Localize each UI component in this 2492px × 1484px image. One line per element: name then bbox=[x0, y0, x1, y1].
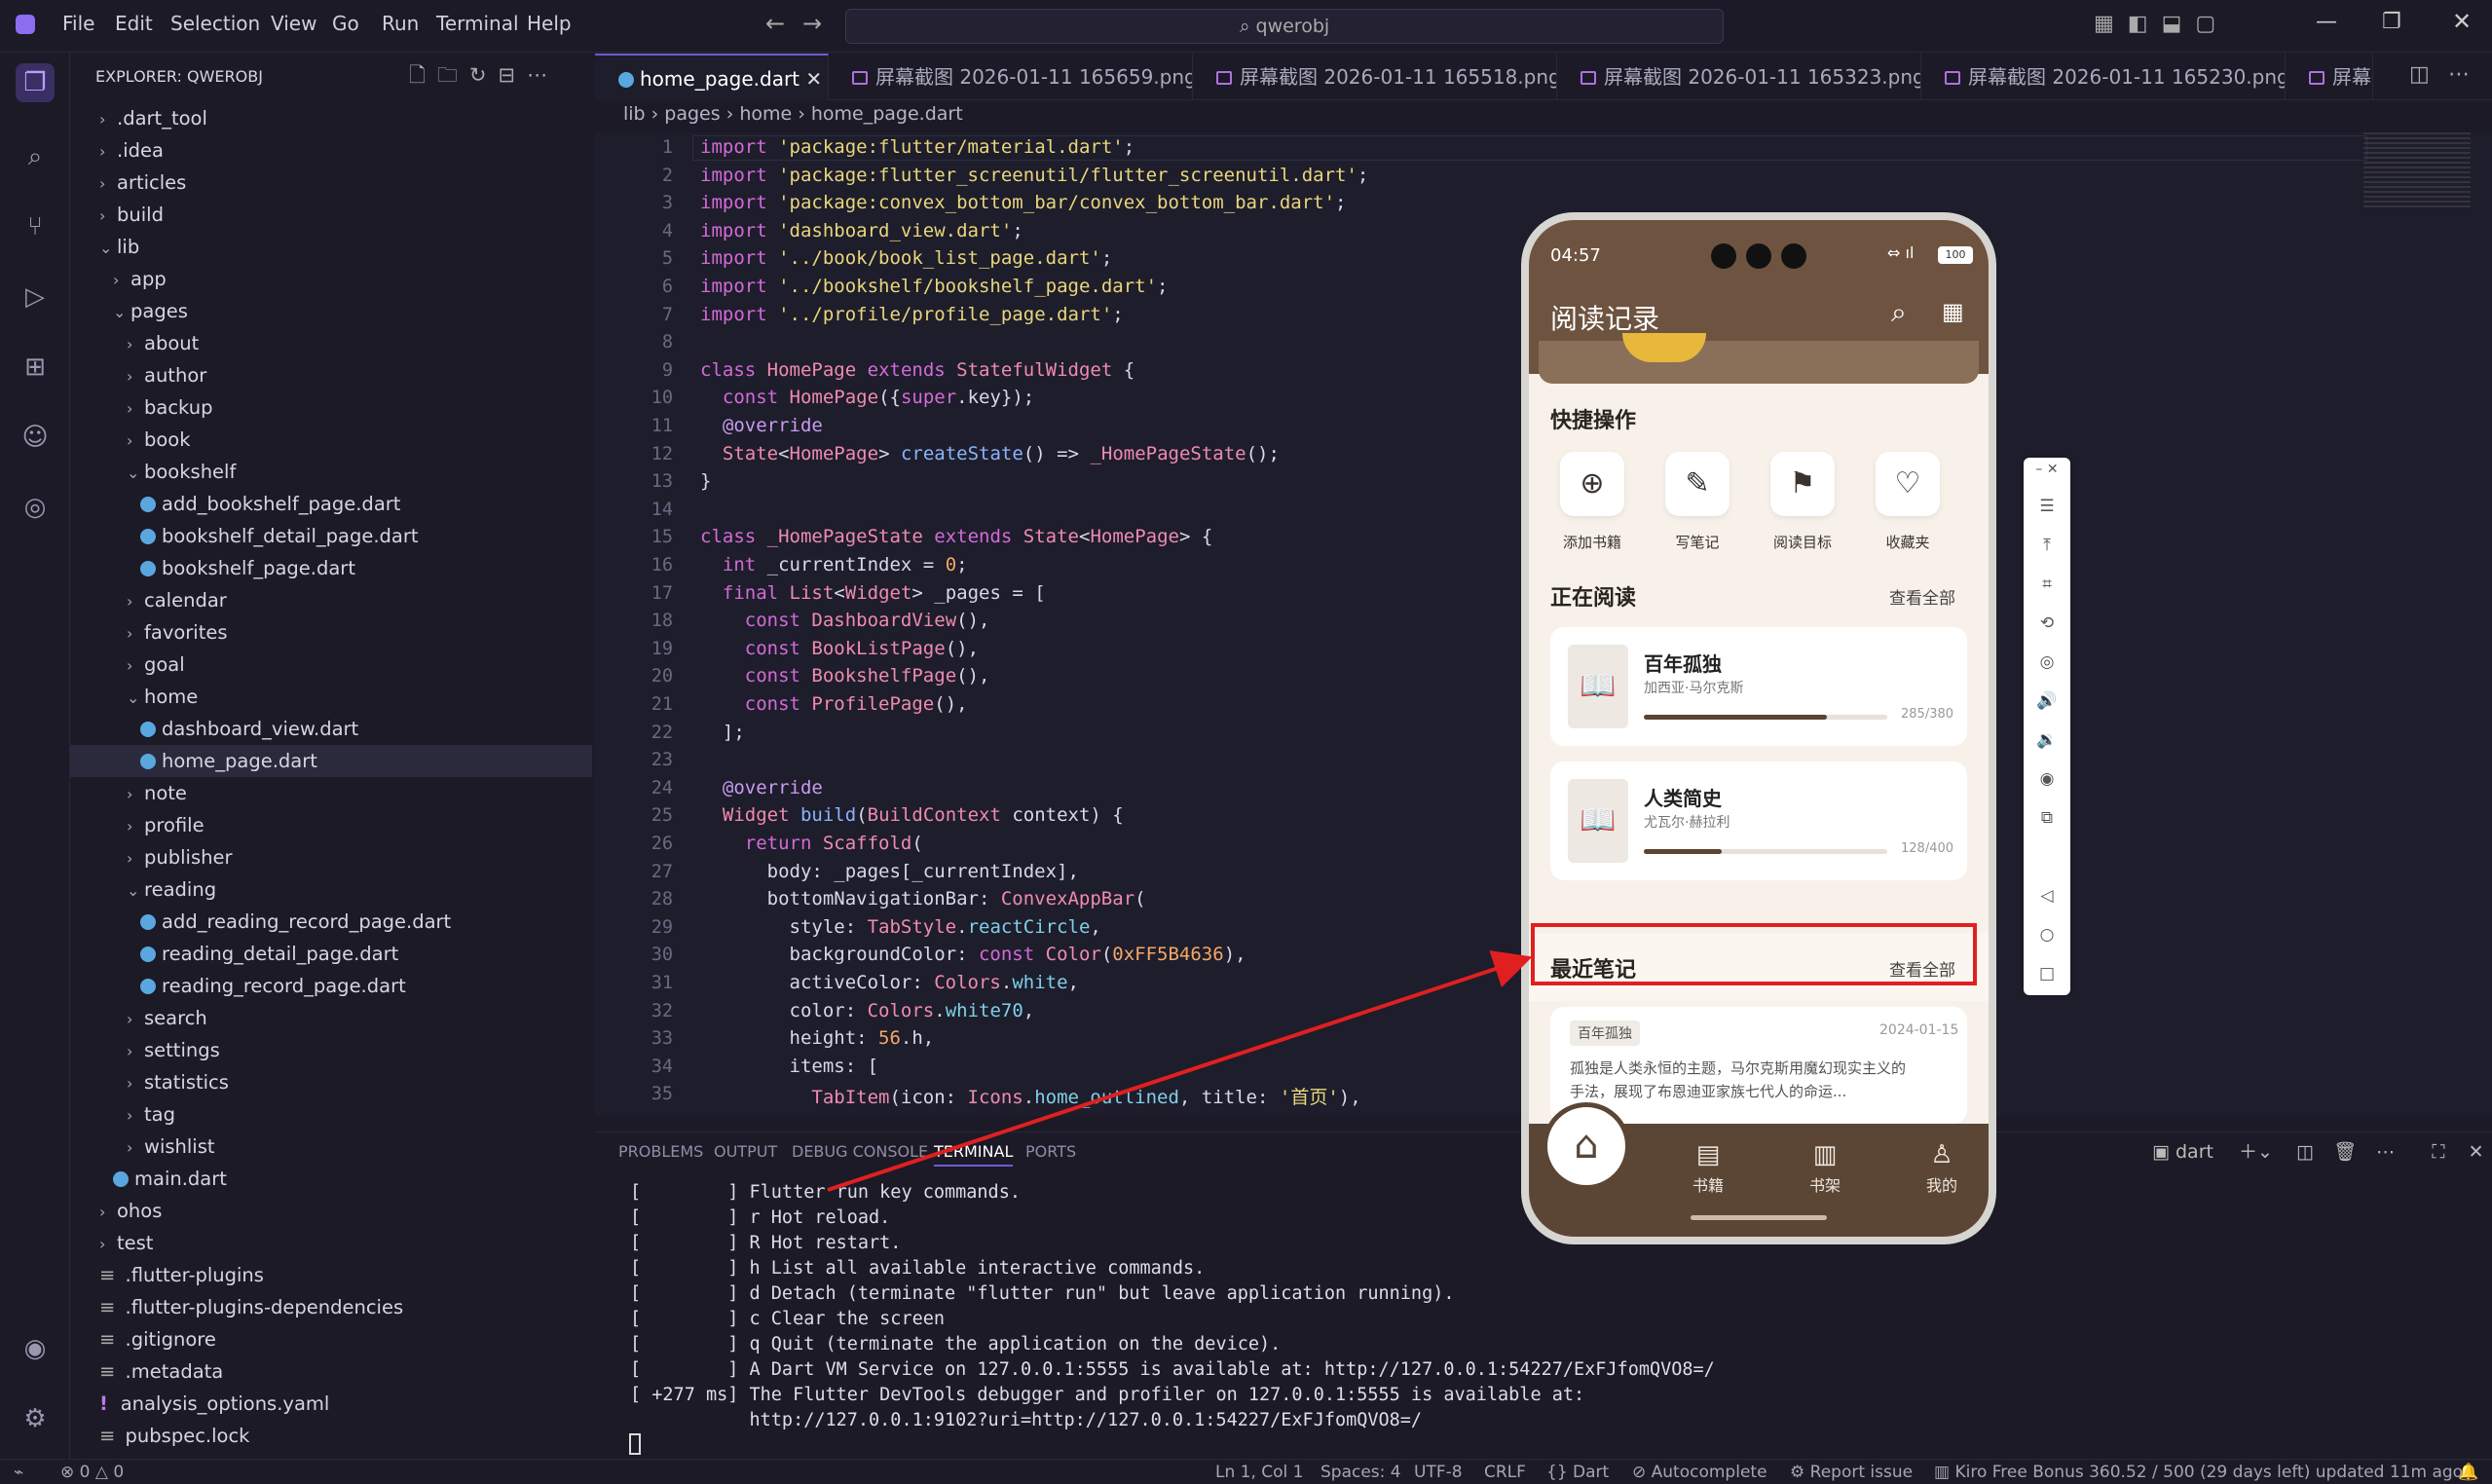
annotation-arrow bbox=[827, 950, 1533, 1192]
